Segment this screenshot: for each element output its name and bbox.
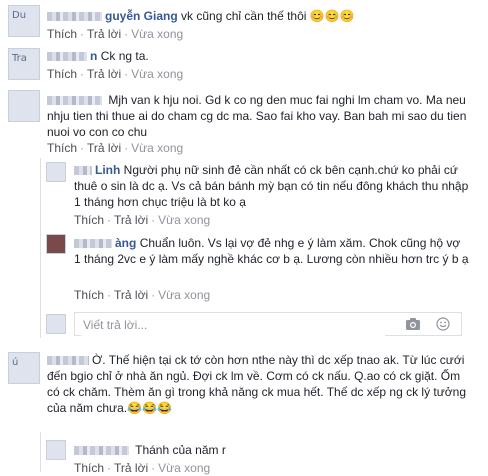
blurred-name: [74, 166, 92, 176]
comment-body: Mjh van k hju noi. Gd k co ng den muc fa…: [47, 92, 472, 140]
reply-link[interactable]: Trả lời: [87, 67, 121, 81]
comment-text: Thánh của năm r: [135, 443, 226, 457]
camera-icon[interactable]: [405, 317, 421, 331]
timestamp[interactable]: Vừa xong: [158, 461, 210, 475]
commenter-name[interactable]: àng: [115, 236, 136, 250]
like-link[interactable]: Thích: [47, 27, 77, 41]
blurred-name: [47, 12, 102, 22]
comment-text: Người phụ nữ sinh đẻ cần nhất có ck bên …: [74, 163, 469, 209]
blurred-name: [47, 96, 102, 106]
avatar[interactable]: Tra: [8, 48, 40, 80]
timestamp[interactable]: Vừa xong: [131, 141, 183, 155]
like-link[interactable]: Thích: [74, 213, 104, 227]
comment-body: guyễn Giang vk cũng chỉ cần thế thôi 😊😊😊: [47, 8, 467, 24]
timestamp[interactable]: Vừa xong: [131, 27, 183, 41]
timestamp[interactable]: Vừa xong: [158, 288, 210, 302]
avatar[interactable]: [8, 90, 40, 122]
comment-meta: Thích · Trả lời · Vừa xong: [47, 27, 184, 41]
avatar[interactable]: [46, 234, 66, 254]
reply-link[interactable]: Trả lời: [87, 27, 121, 41]
avatar[interactable]: [46, 440, 66, 460]
blurred-name: [74, 446, 129, 456]
commenter-name[interactable]: n: [90, 49, 97, 63]
comment-text: vk cũng chỉ cần thế thôi 😊😊😊: [181, 9, 355, 23]
avatar: [46, 314, 66, 334]
blurred-name: [74, 239, 112, 249]
reply-input[interactable]: [81, 314, 385, 336]
reply-thread-line: [40, 432, 41, 472]
reply-meta: Thích · Trả lời · Vừa xong: [74, 461, 211, 475]
reply-body: Linh Người phụ nữ sinh đẻ cần nhất có ck…: [74, 162, 469, 210]
reply-box[interactable]: [74, 312, 462, 336]
reply-body: Thánh của năm r: [74, 442, 469, 458]
reply-link[interactable]: Trả lời: [114, 288, 148, 302]
reply-meta: Thích · Trả lời · Vừa xong: [74, 213, 211, 227]
avatar[interactable]: Du: [8, 5, 40, 37]
reply-thread-line: [40, 158, 41, 338]
comment-text: Ck ng ta.: [100, 49, 149, 63]
comment-meta: Thích · Trả lời · Vừa xong: [47, 67, 184, 81]
like-link[interactable]: Thích: [74, 461, 104, 475]
avatar[interactable]: [46, 162, 66, 182]
comment-text: Ờ. Thế hiện tại ck tớ còn hơn nthe này t…: [47, 353, 467, 415]
commenter-name[interactable]: Linh: [95, 163, 120, 177]
reply-body: àng Chuẩn luôn. Vs lại vợ đẻ nhg e ý làm…: [74, 235, 469, 267]
reply-link[interactable]: Trả lời: [114, 213, 148, 227]
reply-link[interactable]: Trả lời: [114, 461, 148, 475]
like-link[interactable]: Thích: [47, 141, 77, 155]
blurred-name: [47, 52, 87, 62]
reply-link[interactable]: Trả lời: [87, 141, 121, 155]
comment-text: Mjh van k hju noi. Gd k co ng den muc fa…: [47, 93, 467, 139]
blurred-name: [47, 356, 89, 366]
commenter-name[interactable]: guyễn Giang: [105, 9, 178, 23]
timestamp[interactable]: Vừa xong: [158, 213, 210, 227]
comment-body: n Ck ng ta.: [47, 48, 467, 64]
like-link[interactable]: Thích: [47, 67, 77, 81]
like-link[interactable]: Thích: [74, 288, 104, 302]
comment-meta: Thích · Trả lời · Vừa xong: [47, 141, 184, 155]
avatar[interactable]: ú: [8, 352, 40, 384]
comment-body: Ờ. Thế hiện tại ck tớ còn hơn nthe này t…: [47, 352, 472, 416]
timestamp[interactable]: Vừa xong: [131, 67, 183, 81]
emoji-icon[interactable]: [435, 317, 451, 331]
reply-meta: Thích · Trả lời · Vừa xong: [74, 288, 211, 302]
